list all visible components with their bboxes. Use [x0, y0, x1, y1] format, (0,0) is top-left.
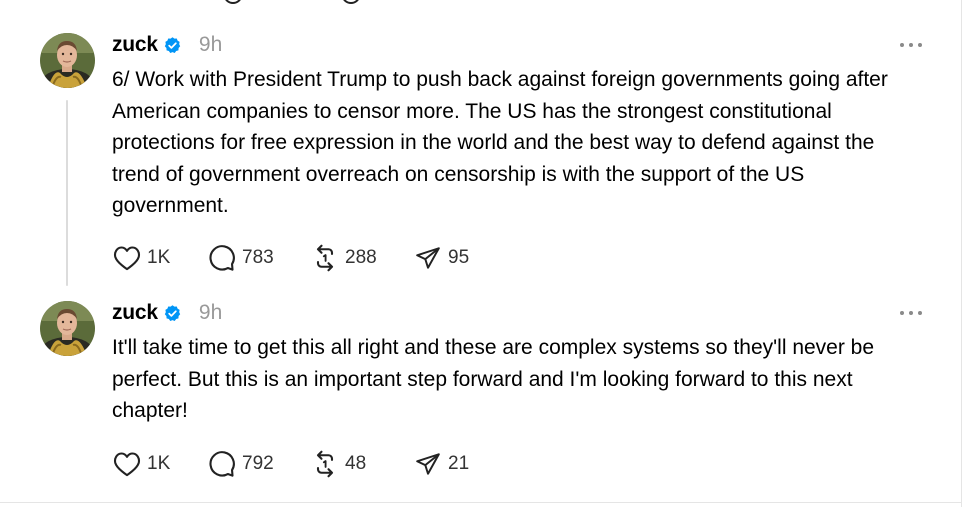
- repost-count: 48: [345, 453, 367, 474]
- send-icon: [413, 243, 443, 273]
- heart-icon: [112, 243, 142, 273]
- feed-right-border: [961, 0, 962, 507]
- heart-icon: [112, 449, 142, 479]
- repost-icon: [310, 449, 340, 479]
- like-count: 1K: [147, 247, 171, 268]
- reply-count: 783: [242, 247, 274, 268]
- share-button[interactable]: 95: [413, 243, 493, 273]
- repost-icon: [310, 243, 340, 273]
- verified-badge-icon: [163, 304, 182, 323]
- post-actions: 1K 792 48 21: [112, 449, 493, 479]
- post-timestamp[interactable]: 9h: [199, 301, 222, 325]
- post-text: It'll take time to get this all right an…: [112, 336, 875, 423]
- reply-button[interactable]: 783: [207, 243, 310, 273]
- like-button[interactable]: 1K: [112, 449, 207, 479]
- post-text: 6/ Work with President Trump to push bac…: [112, 68, 888, 218]
- share-count: 21: [448, 453, 470, 474]
- post-actions: 1K 783 288 95: [112, 243, 493, 273]
- reply-button[interactable]: 792: [207, 449, 310, 479]
- post-header: zuck 9h: [112, 30, 222, 60]
- reply-count: 792: [242, 453, 274, 474]
- send-icon: [413, 449, 443, 479]
- post-divider: [0, 502, 962, 503]
- repost-count: 288: [345, 247, 377, 268]
- username[interactable]: zuck: [112, 33, 158, 57]
- repost-button[interactable]: 288: [310, 243, 413, 273]
- previous-reply-icon: [224, 0, 242, 4]
- more-options-icon[interactable]: [900, 306, 922, 320]
- share-count: 95: [448, 247, 470, 268]
- previous-repost-icon: [342, 0, 360, 4]
- like-button[interactable]: 1K: [112, 243, 207, 273]
- avatar[interactable]: [40, 301, 95, 356]
- avatar[interactable]: [40, 33, 95, 88]
- like-count: 1K: [147, 453, 171, 474]
- comment-icon: [207, 449, 237, 479]
- comment-icon: [207, 243, 237, 273]
- verified-badge-icon: [163, 36, 182, 55]
- thread-line: [66, 100, 68, 286]
- share-button[interactable]: 21: [413, 449, 493, 479]
- post-timestamp[interactable]: 9h: [199, 33, 222, 57]
- post-header: zuck 9h: [112, 298, 222, 328]
- more-options-icon[interactable]: [900, 38, 922, 52]
- username[interactable]: zuck: [112, 301, 158, 325]
- repost-button[interactable]: 48: [310, 449, 413, 479]
